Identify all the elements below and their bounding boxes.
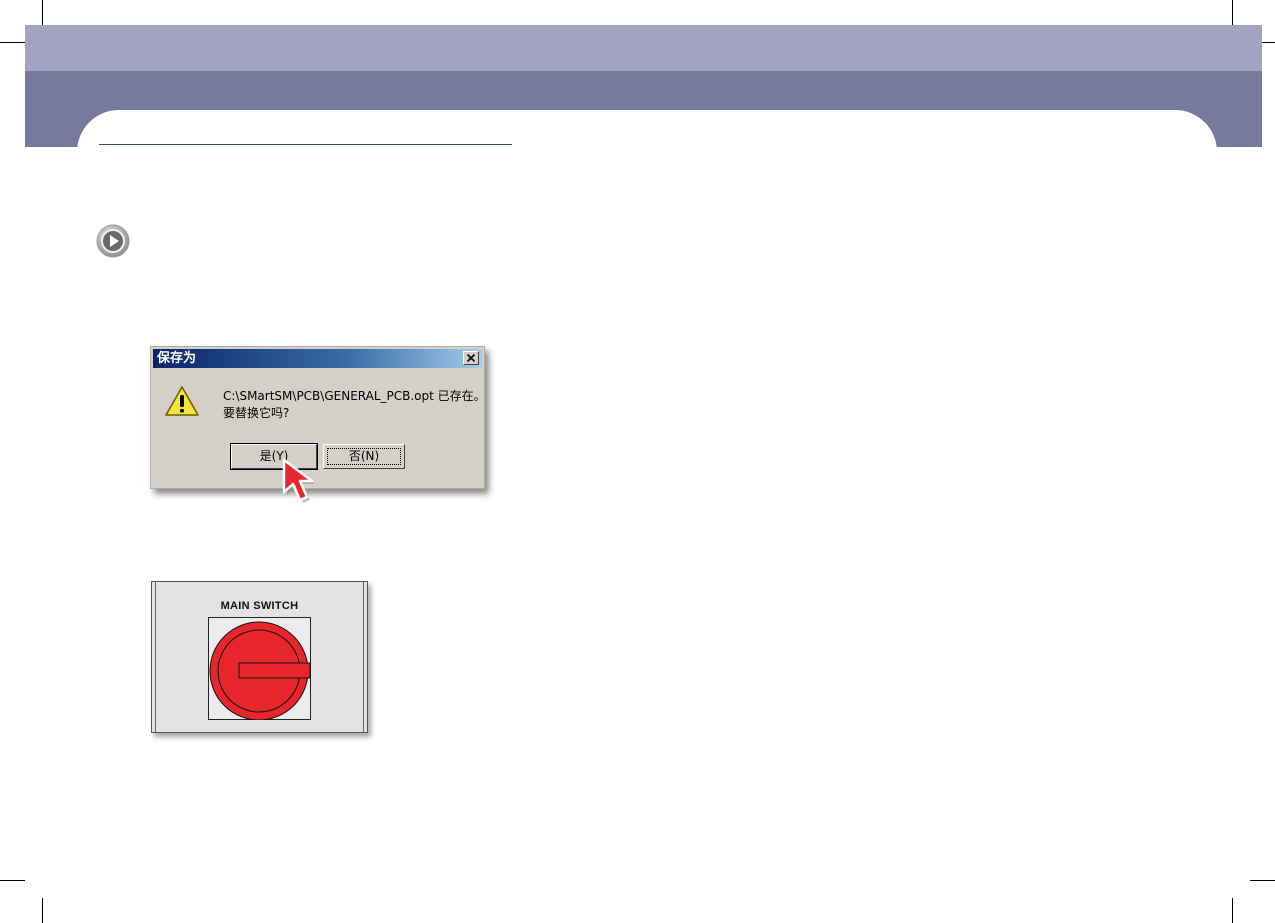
crop-mark	[1232, 0, 1233, 25]
crop-mark	[1250, 880, 1275, 881]
warning-icon	[165, 386, 199, 416]
close-icon	[466, 353, 476, 363]
main-switch-knob[interactable]	[208, 617, 311, 720]
play-bullet-icon	[96, 224, 130, 258]
crop-mark	[42, 898, 43, 923]
crop-mark	[42, 0, 43, 25]
crop-mark	[1232, 898, 1233, 923]
no-button[interactable]: 否(N)	[323, 444, 405, 469]
dialog-title: 保存为	[157, 351, 197, 366]
crop-mark	[0, 42, 25, 43]
dialog-titlebar: 保存为	[153, 349, 482, 368]
header-band-top	[25, 25, 1262, 71]
mouse-cursor-icon	[282, 458, 315, 503]
content-tab	[77, 110, 1217, 170]
focus-rect	[327, 448, 401, 465]
close-button[interactable]	[463, 351, 479, 365]
main-switch-label: MAIN SWITCH	[220, 600, 299, 612]
title-rule	[99, 144, 512, 145]
main-switch-panel: MAIN SWITCH	[151, 581, 368, 733]
crop-mark	[0, 880, 25, 881]
dialog-message: C:\SMartSM\PCB\GENERAL_PCB.opt 已存在。 要替换它…	[223, 389, 486, 420]
